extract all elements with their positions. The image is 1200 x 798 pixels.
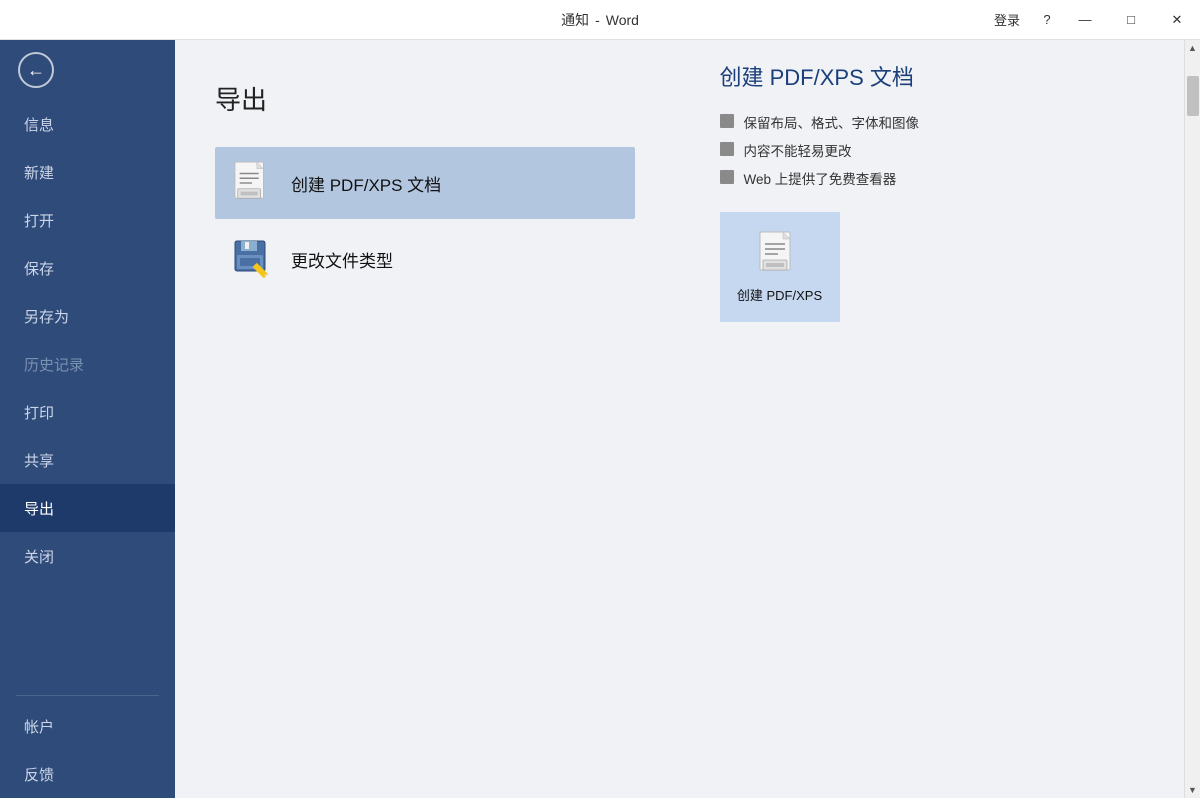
doc-title: 通知 xyxy=(561,10,589,30)
scroll-wrap: 导出 xyxy=(175,40,1200,798)
window-title: 通知 - Word xyxy=(561,10,639,30)
app-name: Word xyxy=(606,12,639,28)
pdf-option-label: 创建 PDF/XPS 文档 xyxy=(291,171,441,196)
create-btn-label: 创建 PDF/XPS xyxy=(737,288,822,305)
scroll-thumb[interactable] xyxy=(1187,76,1199,116)
feature-item-2: 内容不能轻易更改 xyxy=(720,140,1155,160)
main-panel: 导出 xyxy=(175,40,680,798)
sidebar-item-info[interactable]: 信息 xyxy=(0,100,175,148)
right-panel-title: 创建 PDF/XPS 文档 xyxy=(720,60,1155,92)
bullet-icon-2 xyxy=(720,142,734,156)
changetype-option-label: 更改文件类型 xyxy=(291,247,393,272)
sidebar-item-save[interactable]: 保存 xyxy=(0,244,175,292)
floppy-icon xyxy=(233,237,273,281)
bullet-icon-1 xyxy=(720,114,734,128)
feature-item-3: Web 上提供了免费查看器 xyxy=(720,168,1155,188)
feature-list: 保留布局、格式、字体和图像 内容不能轻易更改 Web 上提供了免费查看器 xyxy=(720,112,1155,188)
sidebar: ← 信息 新建 打开 保存 另存为 历史记录 打印 共享 导出 xyxy=(0,40,175,798)
app-body: ← 信息 新建 打开 保存 另存为 历史记录 打印 共享 导出 xyxy=(0,40,1200,798)
sidebar-item-saveas[interactable]: 另存为 xyxy=(0,292,175,340)
minimize-button[interactable]: — xyxy=(1062,0,1108,40)
scroll-down-arrow[interactable]: ▼ xyxy=(1185,782,1200,798)
scrollbar[interactable]: ▲ ▼ xyxy=(1184,40,1200,798)
sidebar-divider xyxy=(16,695,159,696)
sidebar-item-print[interactable]: 打印 xyxy=(0,388,175,436)
title-bar: 通知 - Word 登录 ? — □ ✕ xyxy=(0,0,1200,40)
bullet-icon-3 xyxy=(720,170,734,184)
create-pdf-button-icon xyxy=(758,230,802,280)
sidebar-item-open[interactable]: 打开 xyxy=(0,196,175,244)
sidebar-item-close[interactable]: 关闭 xyxy=(0,532,175,580)
sidebar-item-new[interactable]: 新建 xyxy=(0,148,175,196)
sidebar-item-share[interactable]: 共享 xyxy=(0,436,175,484)
title-separator: - xyxy=(595,12,600,28)
sidebar-bottom: 帐户 反馈 xyxy=(0,689,175,798)
back-button[interactable]: ← xyxy=(0,40,175,100)
content-inner: 导出 xyxy=(175,40,1184,798)
login-button[interactable]: 登录 xyxy=(982,0,1032,40)
sidebar-item-account[interactable]: 帐户 xyxy=(0,702,175,750)
export-options-list: 创建 PDF/XPS 文档 xyxy=(215,147,635,295)
export-option-pdf[interactable]: 创建 PDF/XPS 文档 xyxy=(215,147,635,219)
content-area: 导出 xyxy=(175,40,1200,798)
sidebar-item-feedback[interactable]: 反馈 xyxy=(0,750,175,798)
feature-item-1: 保留布局、格式、字体和图像 xyxy=(720,112,1155,132)
close-button[interactable]: ✕ xyxy=(1154,0,1200,40)
window-controls: 登录 ? — □ ✕ xyxy=(982,0,1200,40)
scroll-up-arrow[interactable]: ▲ xyxy=(1185,40,1200,56)
sidebar-item-history: 历史记录 xyxy=(0,340,175,388)
page-title: 导出 xyxy=(215,80,650,117)
create-pdf-button[interactable]: 创建 PDF/XPS xyxy=(720,212,840,322)
export-option-changetype[interactable]: 更改文件类型 xyxy=(215,223,635,295)
back-circle-icon: ← xyxy=(18,52,54,88)
right-panel: 创建 PDF/XPS 文档 保留布局、格式、字体和图像 内容不能轻易更改 xyxy=(680,40,1185,798)
help-button[interactable]: ? xyxy=(1032,0,1062,40)
maximize-button[interactable]: □ xyxy=(1108,0,1154,40)
sidebar-item-export[interactable]: 导出 xyxy=(0,484,175,532)
pdf-xps-icon xyxy=(233,161,273,205)
